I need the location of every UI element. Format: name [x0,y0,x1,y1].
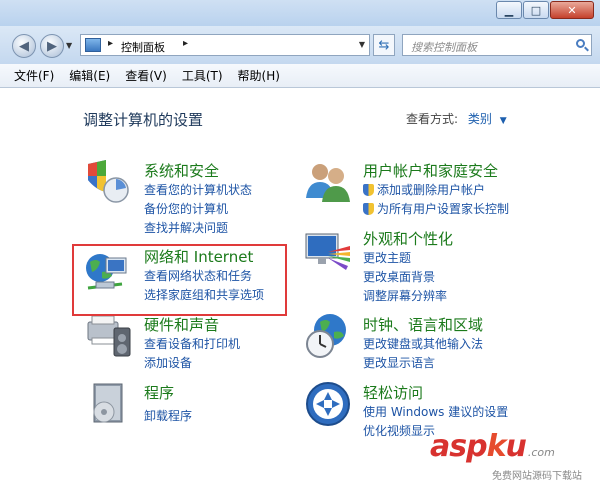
link-uninstall-program[interactable]: 卸载程序 [144,407,192,424]
forward-button[interactable]: ▶ [40,34,64,58]
navigation-bar: ◀ ▶ ▼ ▸ 控制面板 ▸ ▼ ⇆ 搜索控制面板 [0,26,600,64]
category-title-ease-of-access[interactable]: 轻松访问 [363,382,423,403]
window-controls: ▁ □ ✕ [495,1,594,19]
programs-icon[interactable] [84,380,132,428]
user-accounts-icon[interactable] [304,158,352,206]
link-view-computer-status[interactable]: 查看您的计算机状态 [144,181,252,198]
link-add-device[interactable]: 添加设备 [144,354,192,371]
forward-arrow-icon: ▶ [47,38,57,54]
close-button[interactable]: ✕ [550,1,594,19]
refresh-button[interactable]: ⇆ [373,34,395,56]
recent-pages-dropdown[interactable]: ▼ [66,41,72,50]
menu-view[interactable]: 查看(V) [125,67,167,84]
category-title-programs[interactable]: 程序 [144,382,174,403]
link-change-keyboard[interactable]: 更改键盘或其他输入法 [363,335,483,352]
link-parental-controls[interactable]: 为所有用户设置家长控制 [363,200,509,217]
refresh-icon: ⇆ [378,37,390,53]
link-optimize-video[interactable]: 优化视频显示 [363,422,435,439]
category-title-system-security[interactable]: 系统和安全 [144,160,219,181]
link-change-theme[interactable]: 更改主题 [363,249,411,266]
menu-bar: 文件(F) 编辑(E) 查看(V) 工具(T) 帮助(H) [0,64,600,88]
watermark-tagline: 免费网站源码下载站 [492,471,582,482]
control-panel-icon [85,38,101,52]
watermark-brand: aspku [430,429,527,464]
search-icon[interactable] [576,39,585,48]
back-button[interactable]: ◀ [12,34,36,58]
page-title: 调整计算机的设置 [83,111,204,129]
search-input[interactable]: 搜索控制面板 [402,34,592,56]
chevron-down-icon[interactable]: ▼ [500,116,507,126]
maximize-icon: □ [530,3,542,17]
menu-file[interactable]: 文件(F) [14,67,54,84]
maximize-button[interactable]: □ [523,1,549,19]
highlight-box [72,244,287,316]
address-bar[interactable]: ▸ 控制面板 ▸ ▼ [80,34,370,56]
category-title-user-accounts[interactable]: 用户帐户和家庭安全 [363,160,498,181]
link-add-remove-user-label: 添加或删除用户帐户 [377,183,486,197]
menu-help[interactable]: 帮助(H) [238,67,280,84]
link-devices-printers[interactable]: 查看设备和打印机 [144,335,240,352]
appearance-icon[interactable] [304,228,352,276]
link-change-display-language[interactable]: 更改显示语言 [363,354,435,371]
watermark-logo: aspku .com 免费网站源码下载站 [430,429,582,482]
category-title-hardware-sound[interactable]: 硬件和声音 [144,314,219,335]
ease-of-access-icon[interactable] [304,380,352,428]
address-text[interactable]: 控制面板 [121,39,165,55]
link-change-background[interactable]: 更改桌面背景 [363,268,435,285]
watermark-suffix: .com [527,446,555,459]
link-troubleshoot[interactable]: 查找并解决问题 [144,219,228,236]
link-add-remove-user[interactable]: 添加或删除用户帐户 [363,181,485,198]
link-backup-computer[interactable]: 备份您的计算机 [144,200,228,217]
category-title-appearance[interactable]: 外观和个性化 [363,228,453,249]
back-arrow-icon: ◀ [19,38,29,54]
view-by-label: 查看方式: [406,112,459,126]
category-title-clock-language-region[interactable]: 时钟、语言和区域 [363,314,483,335]
menu-edit[interactable]: 编辑(E) [69,67,110,84]
search-placeholder: 搜索控制面板 [411,41,477,54]
uac-shield-icon [363,184,374,196]
link-screen-resolution[interactable]: 调整屏幕分辨率 [363,287,447,304]
clock-language-region-icon[interactable] [304,312,352,360]
hardware-sound-icon[interactable] [84,312,132,360]
breadcrumb-chevron-icon[interactable]: ▸ [183,38,188,49]
view-by-dropdown[interactable]: 类别 [468,112,492,126]
control-panel-content: 调整计算机的设置 查看方式: 类别 ▼ 系统和安全 查看您的计算机状态 备份您的… [0,88,600,483]
close-icon: ✕ [567,3,577,17]
breadcrumb-chevron-icon[interactable]: ▸ [108,38,113,49]
title-bar: ▁ □ ✕ [0,0,600,26]
system-security-icon[interactable] [84,158,132,206]
menu-tools[interactable]: 工具(T) [182,67,223,84]
link-recommended-settings[interactable]: 使用 Windows 建议的设置 [363,403,508,420]
minimize-icon: ▁ [504,3,514,17]
link-parental-controls-label: 为所有用户设置家长控制 [377,202,510,216]
view-by: 查看方式: 类别 ▼ [406,110,507,127]
address-dropdown-icon[interactable]: ▼ [359,40,365,49]
minimize-button[interactable]: ▁ [496,1,522,19]
uac-shield-icon [363,203,374,215]
